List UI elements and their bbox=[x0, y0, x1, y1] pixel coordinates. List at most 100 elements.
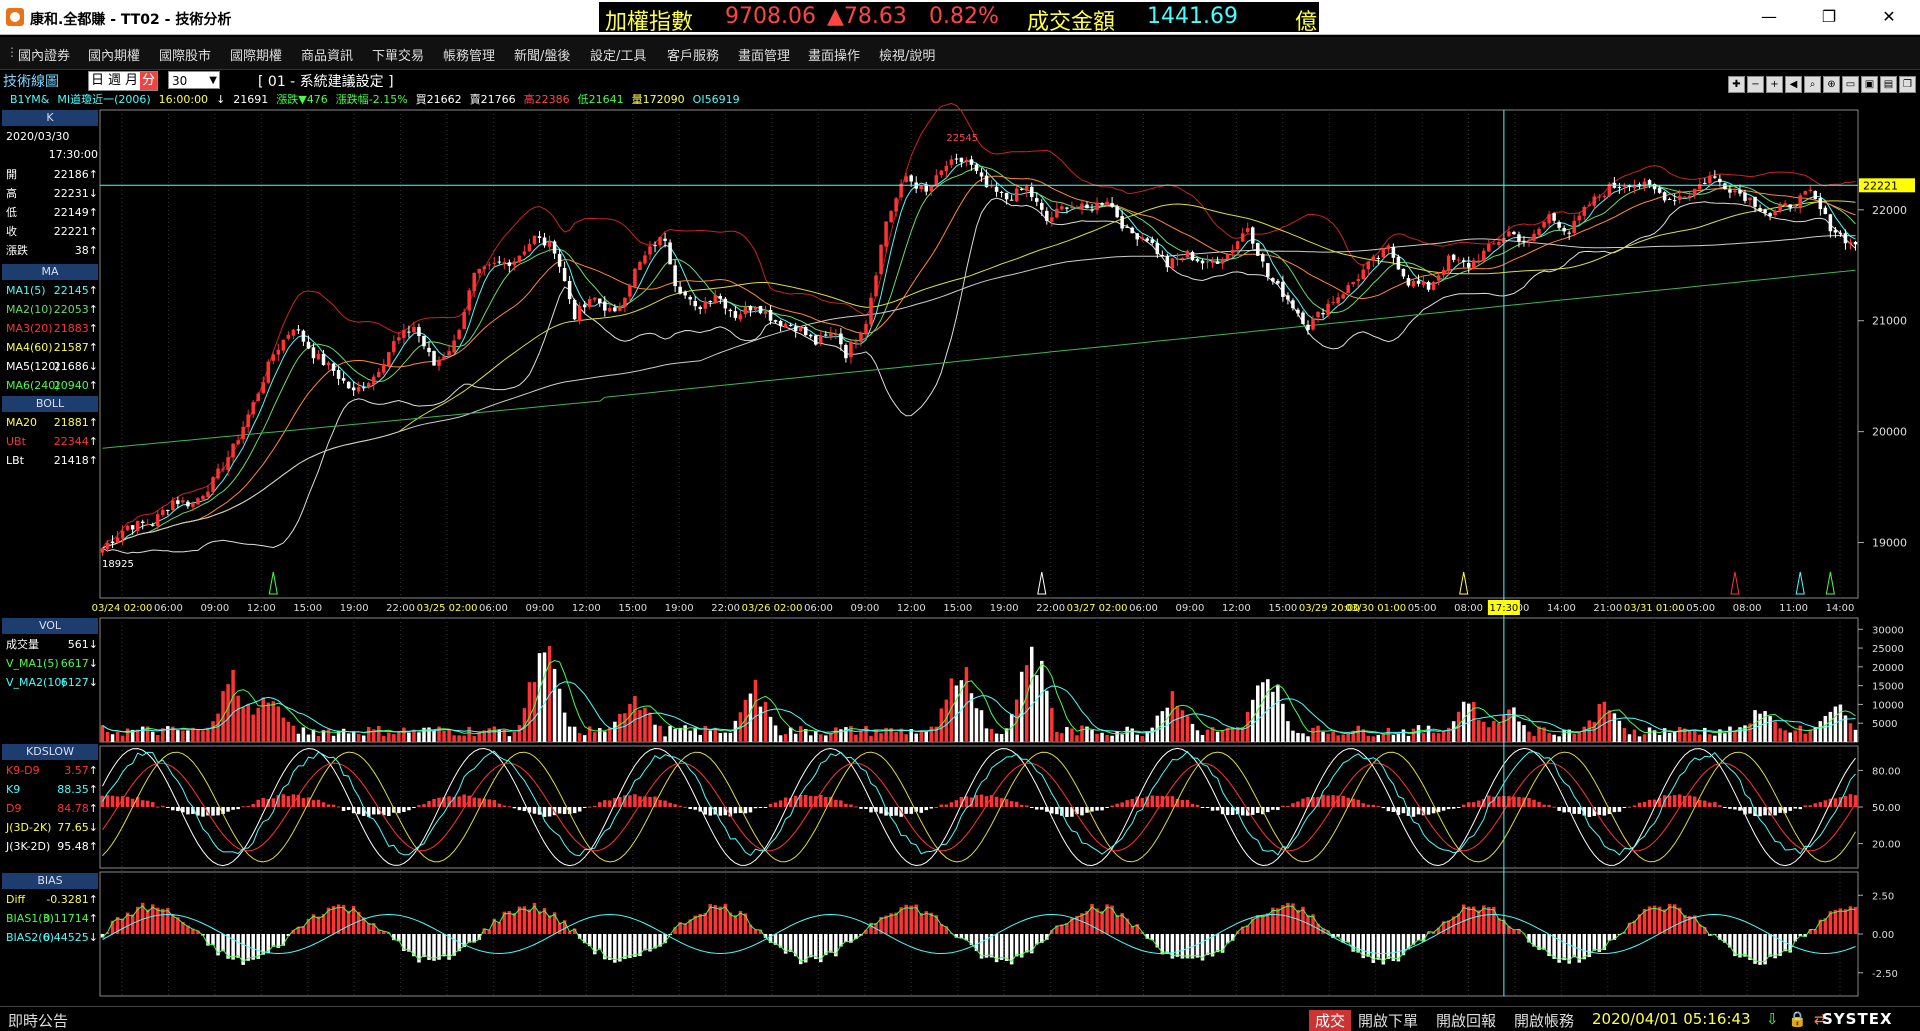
x-tick-label: 15:00 bbox=[1268, 603, 1297, 614]
x-tick-label: 14:00 bbox=[1826, 603, 1855, 614]
print-icon[interactable]: ▤ bbox=[1880, 76, 1897, 93]
open-report-button[interactable]: 開啟回報 bbox=[1436, 1010, 1496, 1031]
download-icon[interactable]: ⇩ bbox=[1766, 1010, 1779, 1028]
bias-bar bbox=[557, 922, 562, 934]
menu-item[interactable]: 畫面操作 bbox=[808, 45, 860, 64]
interval-select[interactable]: 30 bbox=[168, 71, 220, 90]
kd-diff-bar bbox=[156, 806, 160, 808]
window-icon[interactable]: ▭ bbox=[1842, 76, 1859, 93]
candle-body bbox=[587, 298, 592, 307]
volume-bar bbox=[1698, 734, 1702, 742]
volume-bar bbox=[407, 732, 411, 742]
y-tick-label: 21000 bbox=[1872, 315, 1907, 328]
volume-bar bbox=[1728, 726, 1732, 742]
lock-icon[interactable]: 🔒 bbox=[1788, 1010, 1807, 1028]
chart-area[interactable]: 1900020000210002200003/24 02:00 06:00 09:0… bbox=[0, 0, 1920, 1030]
candle-body bbox=[557, 253, 562, 267]
candle-body bbox=[1492, 243, 1496, 245]
kd-diff-bar bbox=[653, 796, 657, 807]
save-icon[interactable]: ▣ bbox=[1861, 76, 1878, 93]
period-selector: 日週月分 bbox=[88, 71, 159, 91]
kd-diff-bar bbox=[829, 796, 833, 807]
magnify-icon[interactable]: ⊕ bbox=[1823, 76, 1840, 93]
volume-bar bbox=[1250, 699, 1255, 742]
menu-item[interactable]: 帳務管理 bbox=[443, 45, 495, 64]
template-title[interactable]: [ 01 - 系統建議設定 ] bbox=[258, 71, 394, 91]
vma10-line bbox=[102, 681, 1856, 734]
search-icon[interactable]: ⌕ bbox=[1804, 76, 1821, 93]
volume-bar bbox=[1195, 730, 1200, 742]
bias-bar bbox=[371, 923, 376, 934]
menu-item[interactable]: 畫面管理 bbox=[738, 45, 790, 64]
kd-diff-bar bbox=[869, 807, 873, 813]
candle-body bbox=[1421, 281, 1426, 286]
volume-bar bbox=[954, 685, 959, 742]
volume-bar bbox=[346, 733, 351, 742]
kd-diff-bar bbox=[598, 802, 602, 807]
menu-item[interactable]: 國際期權 bbox=[230, 45, 282, 64]
volume-bar bbox=[1376, 734, 1381, 742]
volume-bar bbox=[1607, 710, 1612, 742]
minimize-button[interactable]: — bbox=[1749, 4, 1789, 30]
zoom-out-icon[interactable]: − bbox=[1747, 76, 1764, 93]
notice-button[interactable]: 即時公告 bbox=[8, 1010, 68, 1031]
bias-bar bbox=[1391, 934, 1396, 961]
kd-diff-bar bbox=[191, 807, 195, 815]
candle-body bbox=[924, 184, 929, 192]
close-button[interactable]: ✕ bbox=[1869, 4, 1909, 30]
volume-bar bbox=[708, 730, 713, 742]
candle-body bbox=[1205, 261, 1210, 263]
ma20-line bbox=[102, 175, 1856, 549]
bias-bar bbox=[1748, 934, 1752, 960]
title-bar: 康和.全都賺 - TT02 - 技術分析 加權指數 9708.06 ▲78.63… bbox=[0, 0, 1920, 35]
volume-bar bbox=[236, 695, 240, 742]
candle-body bbox=[1045, 210, 1049, 221]
kd-diff-bar bbox=[1225, 807, 1230, 816]
bias-bar bbox=[773, 934, 778, 945]
crosshair-icon[interactable]: ✚ bbox=[1728, 76, 1745, 93]
candle-body bbox=[582, 304, 587, 308]
volume-bar bbox=[643, 707, 647, 742]
period-minute[interactable]: 分 bbox=[140, 72, 158, 90]
period-week[interactable]: 週 bbox=[106, 72, 123, 90]
candle-body bbox=[1552, 213, 1556, 221]
menu-item[interactable]: 國內證券 bbox=[18, 45, 70, 64]
candle-body bbox=[1386, 245, 1391, 250]
volume-bar bbox=[582, 735, 587, 742]
candle-body bbox=[427, 347, 431, 353]
copy-icon[interactable]: ❐ bbox=[1899, 76, 1916, 93]
menu-item[interactable]: 客戶服務 bbox=[667, 45, 719, 64]
kd-diff-bar bbox=[522, 807, 527, 812]
menu-item[interactable]: 下單交易 bbox=[372, 45, 424, 64]
volume-bar bbox=[939, 708, 944, 742]
kd-diff-bar bbox=[181, 807, 185, 813]
bias-bar bbox=[587, 934, 592, 947]
open-order-button[interactable]: 開啟下單 bbox=[1358, 1010, 1418, 1031]
open-account-button[interactable]: 開啟帳務 bbox=[1514, 1010, 1574, 1031]
candle-body bbox=[447, 351, 451, 356]
period-day[interactable]: 日 bbox=[89, 72, 106, 90]
candle-body bbox=[1703, 182, 1707, 184]
menu-item[interactable]: 國內期權 bbox=[88, 45, 140, 64]
kd-diff-bar bbox=[512, 807, 517, 809]
bias-bar bbox=[884, 915, 888, 934]
bias-bar bbox=[457, 934, 461, 952]
candle-body bbox=[1788, 204, 1792, 208]
volume-bar bbox=[557, 688, 562, 742]
candle-body bbox=[1316, 311, 1320, 318]
zoom-in-icon[interactable]: + bbox=[1766, 76, 1783, 93]
menu-item[interactable]: 設定/工具 bbox=[590, 45, 646, 64]
menu-item[interactable]: 商品資訊 bbox=[301, 45, 353, 64]
scroll-left-icon[interactable]: ◀ bbox=[1785, 76, 1802, 93]
maximize-button[interactable]: ❐ bbox=[1809, 4, 1849, 30]
volume-bar bbox=[382, 736, 386, 742]
volume-bar bbox=[462, 735, 466, 742]
menu-item[interactable]: 新聞/盤後 bbox=[514, 45, 570, 64]
period-month[interactable]: 月 bbox=[123, 72, 140, 90]
candle-body bbox=[1713, 176, 1717, 178]
kd-diff-bar bbox=[1130, 798, 1134, 807]
volume-bar bbox=[1627, 734, 1632, 742]
menu-item[interactable]: 國際股市 bbox=[159, 45, 211, 64]
menu-item[interactable]: 檢視/說明 bbox=[879, 45, 935, 64]
bias-bar bbox=[186, 925, 190, 934]
